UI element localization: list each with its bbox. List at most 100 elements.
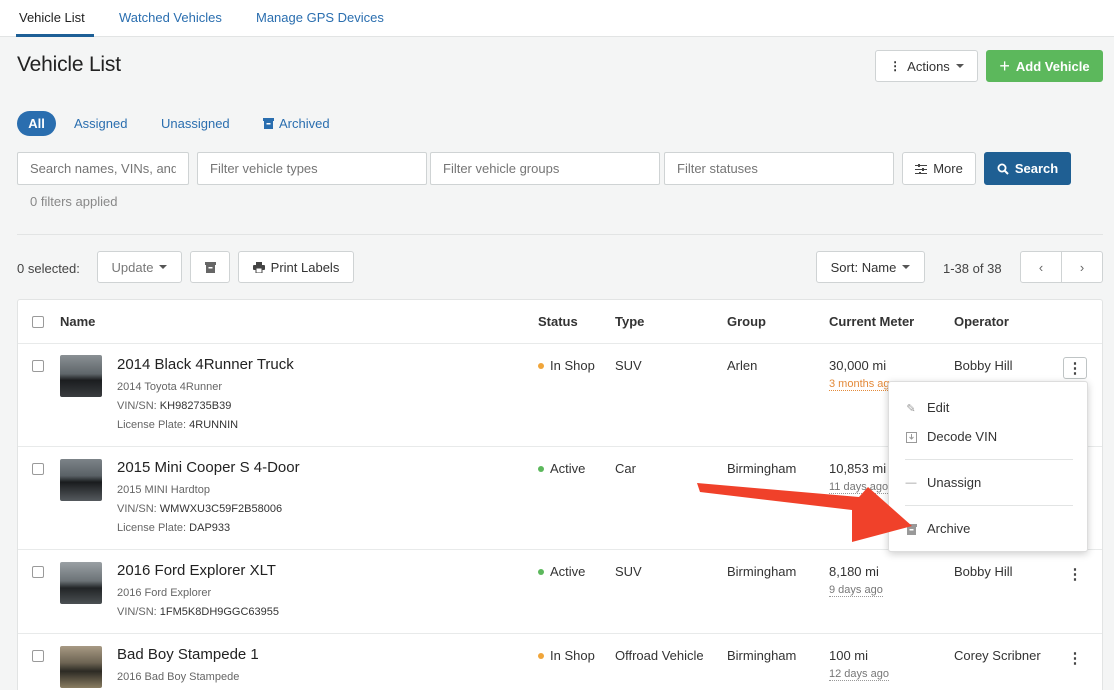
group-cell: Birmingham xyxy=(727,564,797,579)
row-checkbox[interactable] xyxy=(32,463,44,475)
menu-item-archive[interactable]: Archive xyxy=(927,521,970,536)
search-input[interactable] xyxy=(17,152,189,185)
meter-cell: 10,853 mi xyxy=(829,461,887,476)
vehicle-plate: License Plate: 4RUNNIN xyxy=(117,419,238,431)
row-checkbox[interactable] xyxy=(32,360,44,372)
operator-cell[interactable]: Corey Scribner xyxy=(954,648,1041,663)
vehicle-photo[interactable] xyxy=(60,459,102,501)
chevron-left-icon: ‹ xyxy=(1038,259,1044,275)
vin-value: WMWXU3C59F2B58006 xyxy=(159,503,283,515)
column-header-group[interactable]: Group xyxy=(727,314,766,329)
printer-icon xyxy=(252,261,265,273)
vin-label: VIN/SN: xyxy=(117,606,157,618)
column-header-type[interactable]: Type xyxy=(615,314,644,329)
row-checkbox[interactable] xyxy=(32,650,44,662)
more-vertical-icon: ⋮ xyxy=(889,59,902,73)
type-cell: SUV xyxy=(615,358,642,373)
segment-all[interactable]: All xyxy=(17,111,56,136)
tab-watched-vehicles[interactable]: Watched Vehicles xyxy=(119,10,222,25)
select-all-checkbox[interactable] xyxy=(32,316,44,328)
row-actions-button[interactable]: ⋮ xyxy=(1063,563,1087,585)
vehicle-photo[interactable] xyxy=(60,646,102,688)
meter-age: 9 days ago xyxy=(829,584,883,597)
search-button[interactable]: Search xyxy=(984,152,1071,185)
menu-item-decode-vin[interactable]: Decode VIN xyxy=(927,429,997,444)
status-cell: In Shop xyxy=(538,648,595,663)
add-vehicle-button[interactable]: + Add Vehicle xyxy=(986,50,1103,82)
plate-label: License Plate: xyxy=(117,419,187,431)
status-cell: In Shop xyxy=(538,358,595,373)
menu-item-unassign[interactable]: Unassign xyxy=(927,475,981,490)
meter-cell: 30,000 mi xyxy=(829,358,887,373)
meter-cell: 100 mi xyxy=(829,648,869,663)
vin-value: 1FM5K8DH9GGC63955 xyxy=(159,606,280,618)
vehicle-name[interactable]: 2016 Ford Explorer XLT xyxy=(117,562,276,579)
statuses-filter[interactable] xyxy=(664,152,894,185)
menu-item-edit[interactable]: Edit xyxy=(927,400,949,415)
status-cell: Active xyxy=(538,461,585,476)
column-header-operator[interactable]: Operator xyxy=(954,314,1009,329)
menu-divider xyxy=(905,459,1073,460)
status-cell: Active xyxy=(538,564,585,579)
print-labels-label: Print Labels xyxy=(270,259,340,275)
filters-applied-count: 0 filters applied xyxy=(30,194,118,209)
status-dot xyxy=(538,652,544,659)
vehicle-photo[interactable] xyxy=(60,355,102,397)
archive-icon xyxy=(905,523,917,535)
page-title: Vehicle List xyxy=(17,53,121,76)
operator-cell[interactable]: Bobby Hill xyxy=(954,358,1013,373)
more-vertical-icon: ⋮ xyxy=(1067,360,1083,377)
active-tab-indicator xyxy=(16,34,94,37)
status-dot xyxy=(538,362,544,369)
vehicle-types-filter[interactable] xyxy=(197,152,427,185)
meter-age: 3 months ago xyxy=(829,378,896,391)
archive-icon xyxy=(204,261,216,273)
status-text: Active xyxy=(550,461,586,476)
operator-cell[interactable]: Bobby Hill xyxy=(954,564,1013,579)
status-text: Active xyxy=(550,564,586,579)
archive-selected-button[interactable] xyxy=(190,251,230,283)
vin-label: VIN/SN: xyxy=(117,503,157,515)
status-text: In Shop xyxy=(550,648,595,663)
vehicle-model: 2014 Toyota 4Runner xyxy=(117,381,222,393)
more-filters-button[interactable]: More xyxy=(902,152,976,185)
segment-archived[interactable]: Archived xyxy=(263,116,330,131)
column-header-status[interactable]: Status xyxy=(538,314,578,329)
add-vehicle-label: Add Vehicle xyxy=(1015,58,1090,74)
actions-button[interactable]: ⋮ Actions xyxy=(875,50,978,82)
meter-cell: 8,180 mi xyxy=(829,564,879,579)
next-page-button[interactable]: › xyxy=(1061,251,1103,283)
vehicle-photo[interactable] xyxy=(60,562,102,604)
row-divider xyxy=(18,633,1102,634)
row-checkbox[interactable] xyxy=(32,566,44,578)
column-header-current-meter[interactable]: Current Meter xyxy=(829,314,914,329)
caret-down-icon xyxy=(902,265,911,269)
vehicle-groups-filter[interactable] xyxy=(430,152,660,185)
chevron-right-icon: › xyxy=(1079,259,1085,275)
segment-unassigned[interactable]: Unassigned xyxy=(161,116,230,131)
tab-manage-gps-devices[interactable]: Manage GPS Devices xyxy=(256,10,384,25)
column-header-name[interactable]: Name xyxy=(60,314,95,329)
vehicle-model: 2016 Bad Boy Stampede xyxy=(117,671,240,683)
vehicle-name[interactable]: 2015 Mini Cooper S 4-Door xyxy=(117,459,300,476)
prev-page-button[interactable]: ‹ xyxy=(1020,251,1062,283)
row-actions-button[interactable]: ⋮ xyxy=(1063,357,1087,379)
minus-icon: — xyxy=(905,477,917,489)
group-cell: Birmingham xyxy=(727,461,797,476)
more-vertical-icon: ⋮ xyxy=(1067,650,1083,667)
actions-label: Actions xyxy=(907,58,950,74)
plate-value: 4RUNNIN xyxy=(189,419,239,431)
search-button-label: Search xyxy=(1014,161,1059,176)
sort-button[interactable]: Sort: Name xyxy=(816,251,925,283)
pencil-icon: ✎ xyxy=(906,402,916,415)
sliders-icon xyxy=(915,163,928,174)
print-labels-button[interactable]: Print Labels xyxy=(238,251,354,283)
update-button[interactable]: Update xyxy=(97,251,182,283)
tab-vehicle-list[interactable]: Vehicle List xyxy=(19,10,85,25)
row-actions-button[interactable]: ⋮ xyxy=(1063,647,1087,669)
vehicle-name[interactable]: Bad Boy Stampede 1 xyxy=(117,646,259,663)
vehicle-vin: VIN/SN: KH982735B39 xyxy=(117,400,231,412)
type-cell: Car xyxy=(615,461,636,476)
segment-assigned[interactable]: Assigned xyxy=(74,116,127,131)
vehicle-name[interactable]: 2014 Black 4Runner Truck xyxy=(117,356,294,373)
